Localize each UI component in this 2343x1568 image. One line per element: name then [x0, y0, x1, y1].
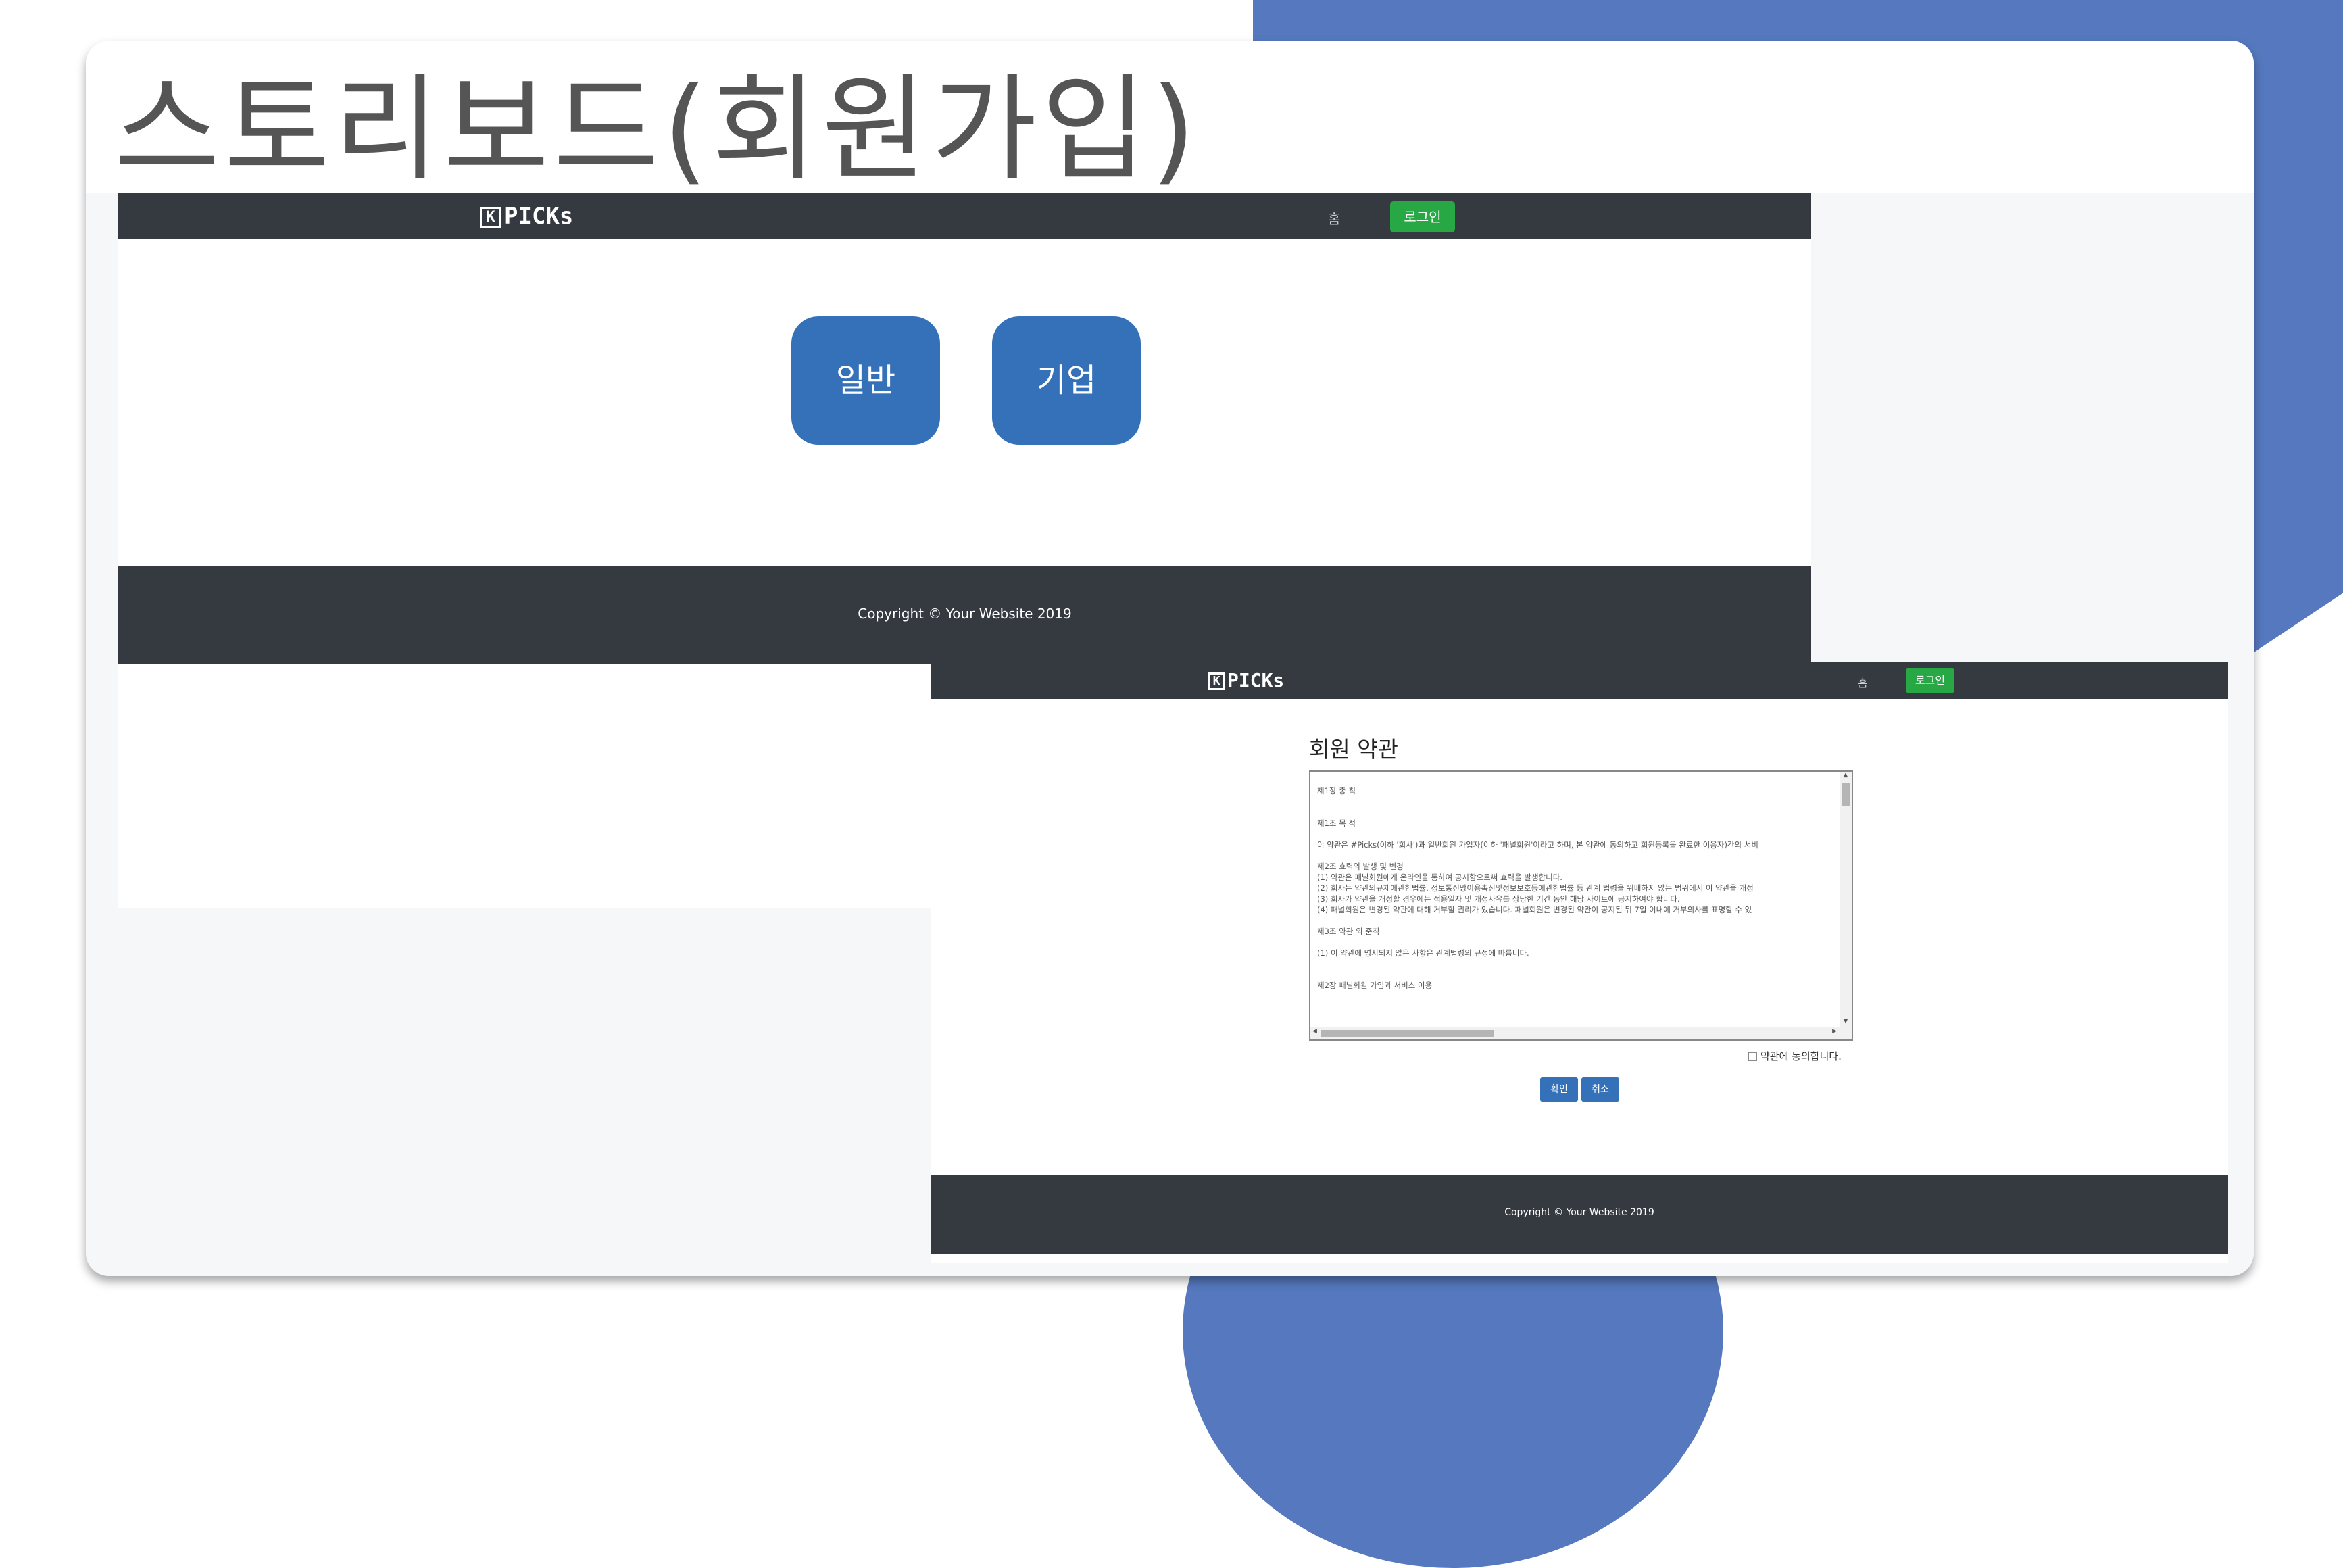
company-member-button[interactable]: 기업 — [992, 316, 1141, 445]
terms-line — [1317, 850, 1838, 861]
brand-mark-icon: K — [1208, 672, 1225, 690]
footer: Copyright © Your Website 2019 — [118, 566, 1811, 664]
copyright-text: Copyright © Your Website 2019 — [1504, 1207, 1654, 1218]
confirm-button[interactable]: 확인 — [1540, 1077, 1578, 1102]
terms-line: 제2조 효력의 발생 및 변경 — [1317, 862, 1404, 871]
terms-line: 제1조 목 적 — [1317, 818, 1356, 828]
title-band: 스토리보드(회원가입) — [86, 41, 2254, 197]
brand-text: PICKs — [1227, 669, 1285, 691]
scroll-thumb[interactable] — [1842, 783, 1850, 806]
scroll-thumb[interactable] — [1321, 1030, 1494, 1037]
terms-line: (1) 약관은 패널회원에게 온라인을 통하여 공시함으로써 효력을 발생합니다… — [1317, 873, 1562, 882]
terms-content: 제1장 총 칙 제1조 목 적 이 약관은 #Picks(이하 '회사')과 일… — [1317, 785, 1838, 991]
login-button[interactable]: 로그인 — [1390, 201, 1455, 232]
scroll-left-icon[interactable]: ◀ — [1312, 1028, 1317, 1035]
brand-mark-icon: K — [480, 206, 501, 228]
terms-line — [1317, 829, 1838, 839]
nav-home-link[interactable]: 홈 — [1328, 208, 1340, 228]
navbar: K PICKs 홈 로그인 — [118, 193, 1811, 239]
scroll-down-icon[interactable]: ▼ — [1840, 1018, 1852, 1027]
terms-title: 회원 약관 — [1309, 736, 1398, 762]
footer: Copyright © Your Website 2019 — [931, 1175, 2228, 1254]
terms-line — [1317, 969, 1838, 980]
copyright-text: Copyright © Your Website 2019 — [858, 606, 1072, 622]
brand-logo[interactable]: K PICKs — [1208, 669, 1284, 691]
terms-line — [1317, 958, 1838, 969]
agree-checkbox[interactable] — [1748, 1052, 1757, 1061]
terms-line — [1317, 807, 1838, 818]
brand-logo[interactable]: K PICKs — [480, 203, 573, 230]
terms-line: (2) 회사는 약관의규제에관한법률, 정보통신망이용촉진및정보보호등에관한법률… — [1317, 883, 1754, 893]
terms-line — [1317, 915, 1838, 926]
brand-text: PICKs — [504, 203, 574, 230]
horizontal-scrollbar[interactable]: ◀ ▶ — [1310, 1027, 1852, 1039]
scroll-right-icon[interactable]: ▶ — [1832, 1028, 1837, 1035]
terms-line: 제3조 약관 외 준칙 — [1317, 927, 1380, 936]
terms-line — [1317, 796, 1838, 807]
agree-label: 약관에 동의합니다. — [1760, 1050, 1842, 1062]
terms-line: (3) 회사가 약관을 개정할 경우에는 적용일자 및 개정사유를 상당한 기간… — [1317, 894, 1680, 904]
navbar: K PICKs 홈 로그인 — [931, 662, 2228, 699]
nav-home-link[interactable]: 홈 — [1858, 674, 1868, 690]
terms-textarea[interactable]: 제1장 총 칙 제1조 목 적 이 약관은 #Picks(이하 '회사')과 일… — [1309, 770, 1853, 1041]
terms-line: (4) 패널회원은 변경된 약관에 대해 거부할 권리가 있습니다. 패널회원은… — [1317, 905, 1752, 914]
scroll-up-icon[interactable]: ▲ — [1840, 772, 1852, 781]
slide-card: 스토리보드(회원가입) K PICKs 홈 로그인 일반 기업 Copyright… — [86, 41, 2254, 1276]
terms-line: 이 약관은 #Picks(이하 '회사')과 일반회원 가입자(이하 '패널회원… — [1317, 840, 1758, 850]
vertical-scrollbar[interactable]: ▲ ▼ — [1840, 772, 1852, 1039]
terms-line: 제2장 패널회원 가입과 서비스 이용 — [1317, 981, 1433, 990]
agree-checkbox-row[interactable]: 약관에 동의합니다. — [1748, 1049, 1842, 1063]
cancel-button[interactable]: 취소 — [1581, 1077, 1619, 1102]
login-button[interactable]: 로그인 — [1906, 668, 1954, 693]
terms-line: 제1장 총 칙 — [1317, 786, 1356, 795]
terms-line: (1) 이 약관에 명시되지 않은 사항은 관계법령의 규정에 따릅니다. — [1317, 948, 1529, 958]
terms-line — [1317, 937, 1838, 948]
general-member-button[interactable]: 일반 — [791, 316, 940, 445]
terms-screen: K PICKs 홈 로그인 회원 약관 제1장 총 칙 제1조 목 적 이 약관은… — [931, 662, 2228, 1263]
slide-title: 스토리보드(회원가입) — [114, 63, 1200, 197]
